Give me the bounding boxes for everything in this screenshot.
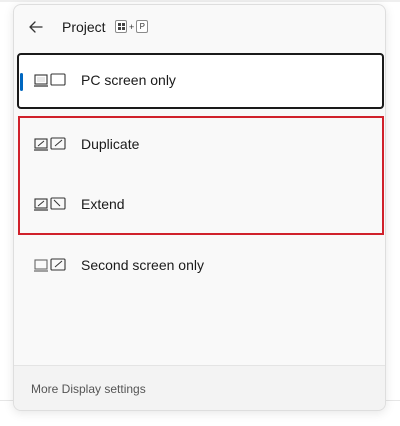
shortcut-plus: + <box>129 21 135 32</box>
flyout-header: Project + P <box>14 5 385 49</box>
flyout-title: Project <box>62 19 106 35</box>
option-pc-screen-only[interactable]: PC screen only <box>17 53 384 109</box>
p-key: P <box>136 20 149 33</box>
desktop-background: Project + P PC screen only Duplicate Ext… <box>0 0 400 426</box>
back-arrow-icon <box>29 21 43 33</box>
more-display-settings-link[interactable]: More Display settings <box>31 382 146 396</box>
second-screen-only-icon <box>34 258 66 272</box>
option-duplicate[interactable]: Duplicate <box>17 117 384 173</box>
project-flyout: Project + P PC screen only Duplicate Ext… <box>13 4 386 411</box>
keyboard-shortcut-hint: + P <box>115 20 149 33</box>
option-label: Extend <box>81 196 125 212</box>
background-strip <box>0 0 400 2</box>
option-second-screen-only[interactable]: Second screen only <box>17 238 384 294</box>
flyout-footer: More Display settings <box>14 365 385 410</box>
selected-indicator <box>20 73 23 91</box>
pc-screen-only-icon <box>34 73 66 87</box>
duplicate-icon <box>34 137 66 151</box>
windows-key-icon <box>115 20 127 33</box>
option-label: PC screen only <box>81 72 176 88</box>
option-label: Duplicate <box>81 136 140 152</box>
back-button[interactable] <box>26 17 46 37</box>
option-extend[interactable]: Extend <box>17 177 384 233</box>
option-label: Second screen only <box>81 257 204 273</box>
extend-icon <box>34 197 66 211</box>
